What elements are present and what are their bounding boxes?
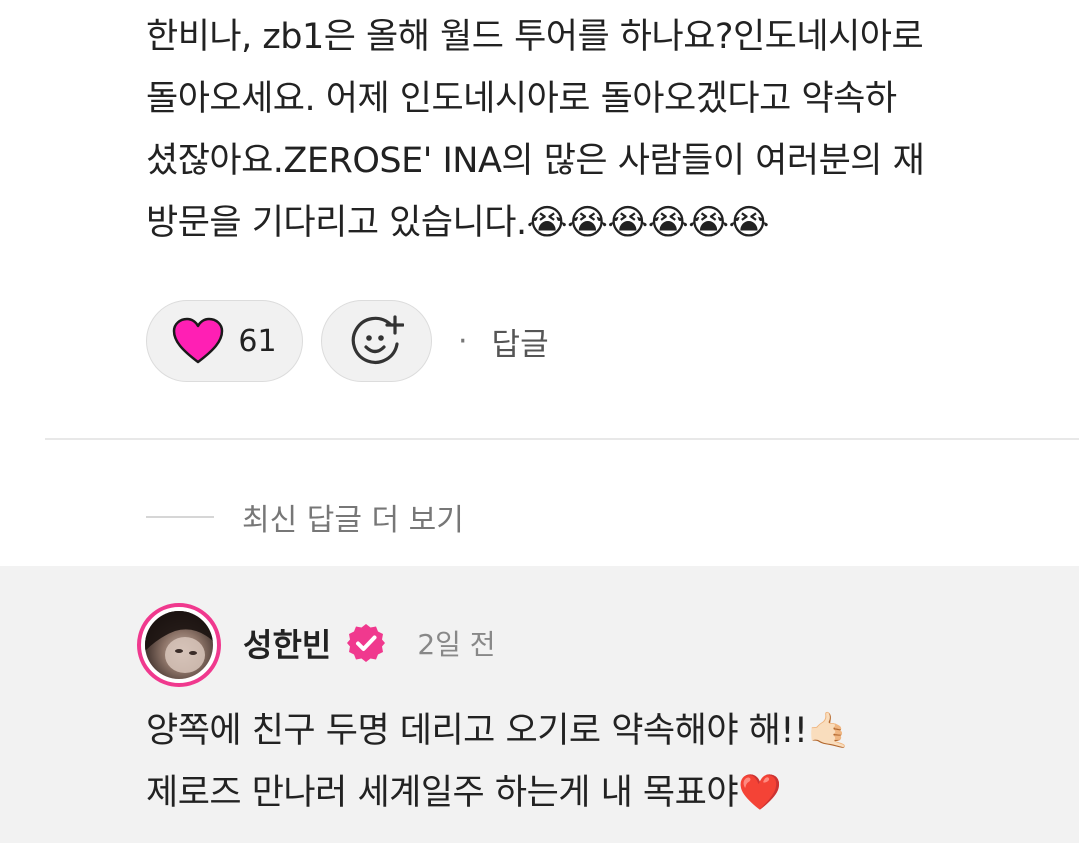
- profile-photo: [145, 611, 213, 679]
- artist-reply: 성한빈 2일 전 양쪽에 친구 두명 데리고 오기로 약속해야 해!!🤙🏻 제로즈…: [0, 566, 1079, 843]
- thread-view: 한비나, zb1은 올해 월드 투어를 하나요?인도네시아로돌아오세요. 어제 …: [0, 0, 1079, 843]
- reply-line: 제로즈 만나러 세계일주 하는게 내 목표야❤️: [146, 773, 782, 813]
- reply-line: 양쪽에 친구 두명 데리고 오기로 약속해야 해!!🤙🏻: [146, 711, 851, 751]
- reply-body: 양쪽에 친구 두명 데리고 오기로 약속해야 해!!🤙🏻 제로즈 만나러 세계일주…: [146, 700, 1046, 824]
- more-replies-line: [146, 516, 214, 518]
- reply-header: 성한빈 2일 전: [243, 620, 496, 666]
- comment-actions: 61 · 답글: [146, 299, 549, 383]
- like-count: 61: [238, 323, 277, 359]
- comment-line: 한비나, zb1은 올해 월드 투어를 하나요?인도네시아로: [146, 17, 924, 57]
- more-replies-label: 최신 답글 더 보기: [242, 503, 464, 538]
- add-reaction-button[interactable]: [321, 300, 432, 382]
- like-button[interactable]: 61: [146, 300, 303, 382]
- verified-badge-icon: [347, 624, 386, 662]
- comment-line: 셨잖아요.ZEROSE' INA의 많은 사람들이 여러분의 재: [146, 141, 925, 181]
- comment-line: 돌아오세요. 어제 인도네시아로 돌아오겠다고 약속하: [146, 79, 897, 119]
- comment-line: 방문을 기다리고 있습니다.😭😭😭😭😭😭: [146, 203, 769, 243]
- heart-icon: [173, 317, 224, 364]
- comment-body: 한비나, zb1은 올해 월드 투어를 하나요?인도네시아로돌아오세요. 어제 …: [146, 6, 1046, 254]
- reply-button[interactable]: 답글: [492, 319, 549, 364]
- author-name[interactable]: 성한빈: [243, 620, 331, 666]
- reply-timestamp: 2일 전: [417, 628, 496, 661]
- divider: [45, 438, 1079, 440]
- more-replies-link[interactable]: 최신 답글 더 보기: [146, 494, 464, 540]
- separator-dot: ·: [458, 323, 468, 359]
- add-emoji-icon: [351, 315, 404, 364]
- avatar[interactable]: [137, 603, 221, 687]
